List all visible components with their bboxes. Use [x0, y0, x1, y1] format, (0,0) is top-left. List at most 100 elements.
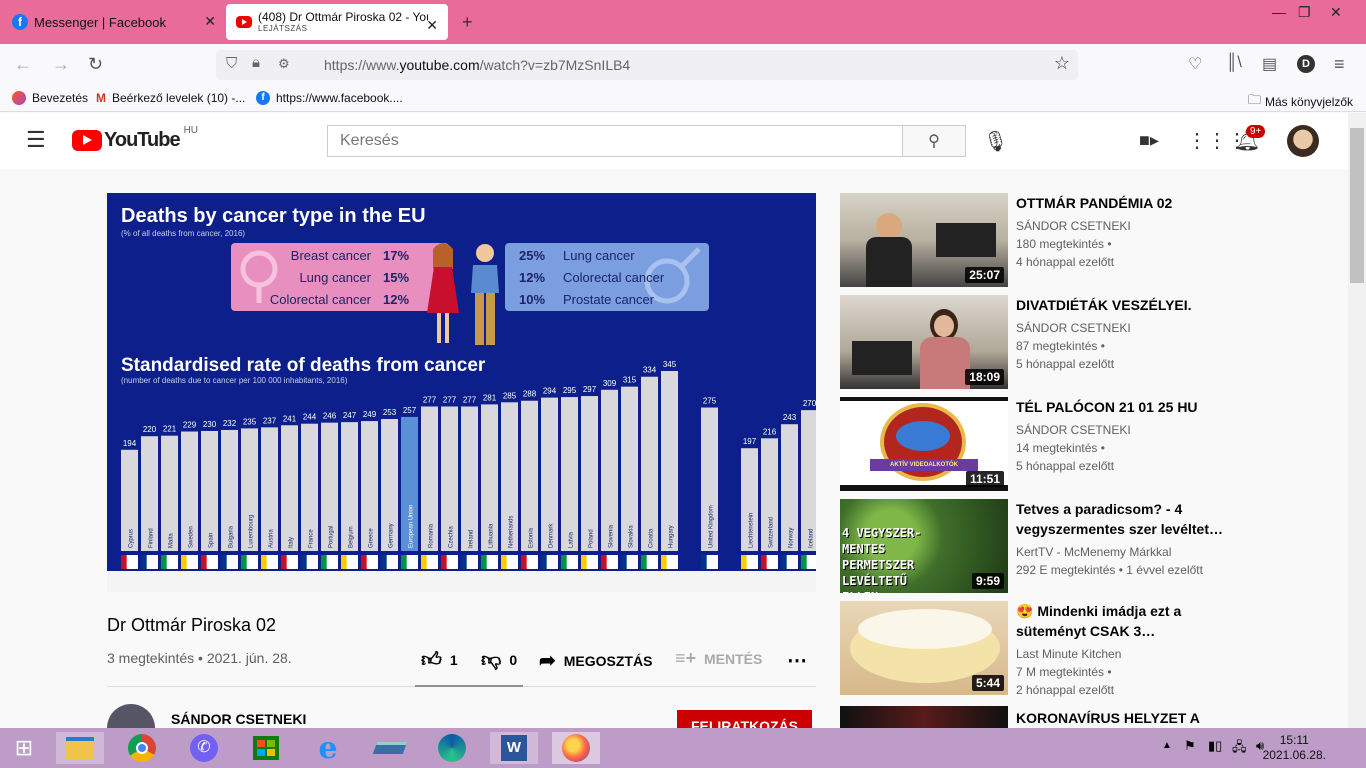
- bookmark-item[interactable]: f https://www.facebook....: [256, 91, 403, 105]
- search-input[interactable]: Keresés: [327, 125, 903, 157]
- search-button[interactable]: ⚲: [902, 125, 966, 157]
- other-bookmarks[interactable]: 🗀 Más könyvjelzők: [1248, 91, 1353, 113]
- related-channel[interactable]: SÁNDOR CSETNEKI: [1016, 319, 1131, 337]
- url-text[interactable]: https://www.youtube.com/watch?v=zb7MzSnI…: [324, 57, 630, 73]
- taskbar-firefox[interactable]: [552, 732, 600, 764]
- video-thumbnail[interactable]: 18:09: [840, 295, 1008, 389]
- save-button[interactable]: ≡+ MENTÉS: [675, 648, 762, 669]
- close-tab-icon[interactable]: ✕: [426, 17, 438, 34]
- video-thumbnail[interactable]: AKTÍV VIDEOALKOTÓK 11:51: [840, 397, 1008, 491]
- maximize-icon[interactable]: ❐: [1298, 4, 1311, 21]
- related-video[interactable]: 18:09 DIVATDIÉTÁK VESZÉLYEI. SÁNDOR CSET…: [840, 295, 1220, 391]
- new-tab-icon[interactable]: +: [462, 12, 473, 33]
- related-video[interactable]: 5:44 😍 Mindenki imádja ezt a süteményt C…: [840, 601, 1220, 697]
- bar-category-label: Belgium: [349, 526, 355, 548]
- menu-icon[interactable]: ≡: [1334, 54, 1345, 75]
- tab-messenger[interactable]: f Messenger | Facebook ✕: [0, 0, 226, 44]
- close-window-icon[interactable]: ✕: [1330, 4, 1342, 21]
- taskbar-chrome[interactable]: [118, 732, 166, 764]
- close-tab-icon[interactable]: ✕: [204, 13, 216, 30]
- microphone-icon[interactable]: 🎙︎: [983, 129, 1008, 154]
- lock-icon[interactable]: 🔒︎: [252, 54, 260, 71]
- video-thumbnail[interactable]: 25:07: [840, 193, 1008, 287]
- bar-category-label: Norway: [789, 528, 795, 548]
- related-title[interactable]: Tetves a paradicsom? - 4 vegyszermentes …: [1016, 499, 1226, 539]
- shield-icon[interactable]: ⛉: [226, 55, 237, 72]
- bar-value-label: 285: [503, 391, 517, 400]
- related-channel[interactable]: Last Minute Kitchen: [1016, 645, 1121, 663]
- user-avatar[interactable]: [1287, 125, 1319, 157]
- taskbar-ie[interactable]: e: [304, 731, 352, 766]
- bar-category-label: Switzerland: [769, 517, 775, 548]
- related-title[interactable]: TÉL PALÓCON 21 01 25 HU: [1016, 397, 1226, 417]
- related-title[interactable]: 😍 Mindenki imádja ezt a süteményt CSAK 3…: [1016, 601, 1226, 641]
- network-icon[interactable]: 🖧︎: [1232, 738, 1247, 760]
- taskbar-viber[interactable]: ✆: [180, 732, 228, 764]
- bar-category-label: Denmark: [549, 523, 555, 548]
- tray-chevron-icon[interactable]: ▲: [1162, 740, 1172, 751]
- url-bar[interactable]: ⛉ 🔒︎ ⚙ https://www.youtube.com/watch?v=z…: [216, 50, 1078, 80]
- bookmark-star-icon[interactable]: ☆: [1054, 53, 1070, 74]
- forward-icon[interactable]: →: [52, 54, 70, 75]
- related-age: 5 hónappal ezelőtt: [1016, 459, 1115, 473]
- related-title[interactable]: OTTMÁR PANDÉMIA 02: [1016, 193, 1226, 213]
- more-actions-icon[interactable]: ⋯: [787, 648, 807, 673]
- subscribe-button[interactable]: FELIRATKOZÁS: [677, 710, 812, 730]
- related-channel[interactable]: KertTV - McMenemy Márkkal: [1016, 543, 1171, 561]
- related-channel[interactable]: SÁNDOR CSETNEKI: [1016, 421, 1131, 439]
- country-flag-stripe: [701, 555, 707, 569]
- bar-value-label: 194: [123, 439, 137, 448]
- male-cause-value: 25%: [519, 248, 545, 263]
- video-thumbnail[interactable]: [840, 706, 1008, 728]
- sidebar-icon[interactable]: ▤: [1262, 54, 1277, 74]
- related-title[interactable]: DIVATDIÉTÁK VESZÉLYEI.: [1016, 295, 1226, 315]
- video-thumbnail[interactable]: 5:44: [840, 601, 1008, 695]
- taskbar-store[interactable]: [242, 732, 290, 764]
- channel-avatar[interactable]: [107, 704, 155, 728]
- bookmark-item[interactable]: M Beérkező levelek (10) -...: [96, 91, 245, 105]
- dislike-button[interactable]: 👎︎ 0: [481, 648, 517, 672]
- channel-name[interactable]: SÁNDOR CSETNEKI: [171, 711, 306, 727]
- reload-icon[interactable]: ↻: [88, 54, 103, 75]
- bookmark-item[interactable]: Bevezetés: [12, 91, 88, 105]
- video-duration: 25:07: [965, 267, 1004, 283]
- related-channel[interactable]: SÁNDOR CSETNEKI: [1016, 217, 1131, 235]
- related-video[interactable]: KORONAVÍRUS HELYZET A: [840, 706, 1220, 728]
- video-player[interactable]: Deaths by cancer type in the EU (% of al…: [107, 193, 816, 592]
- youtube-logo[interactable]: YouTube HU: [72, 125, 198, 152]
- scrollbar-thumb[interactable]: [1350, 128, 1364, 283]
- minimize-icon[interactable]: —: [1272, 4, 1286, 20]
- related-age: 4 hónappal ezelőtt: [1016, 255, 1115, 269]
- taskbar-scanner[interactable]: [366, 732, 414, 764]
- related-video[interactable]: 25:07 OTTMÁR PANDÉMIA 02 SÁNDOR CSETNEKI…: [840, 193, 1220, 289]
- bar-category-label: Sweden: [189, 526, 195, 548]
- bar-value-label: 197: [743, 437, 757, 446]
- library-icon[interactable]: ║\: [1226, 54, 1242, 72]
- back-icon[interactable]: ←: [14, 54, 32, 75]
- related-video[interactable]: 4 VEGYSZER-MENTES PERMETSZER LEVÉLTETŰ E…: [840, 499, 1223, 595]
- video-duration: 11:51: [965, 471, 1004, 487]
- battery-icon[interactable]: ▮▯: [1208, 738, 1222, 754]
- pocket-icon[interactable]: ♡: [1188, 54, 1202, 74]
- taskbar-explorer[interactable]: [56, 732, 104, 764]
- country-flag-stripe: [261, 555, 267, 569]
- share-button[interactable]: ➦ MEGOSZTÁS: [539, 648, 652, 673]
- flag-icon[interactable]: ⚑: [1184, 738, 1196, 754]
- like-button[interactable]: 👍︎ 1: [421, 648, 458, 672]
- system-clock[interactable]: 15:11 2021.06.28.: [1263, 733, 1326, 763]
- related-video[interactable]: AKTÍV VIDEOALKOTÓK 11:51 TÉL PALÓCON 21 …: [840, 397, 1220, 493]
- country-flag-stripe: [601, 555, 607, 569]
- bar-category-label: European Union: [409, 505, 415, 548]
- related-views: 180 megtekintés •: [1016, 237, 1112, 251]
- permissions-icon[interactable]: ⚙: [278, 56, 290, 72]
- start-button[interactable]: ⊞: [0, 732, 48, 764]
- hamburger-menu-icon[interactable]: ☰: [26, 127, 46, 153]
- taskbar-word[interactable]: W: [490, 732, 538, 764]
- profile-avatar[interactable]: D: [1297, 55, 1315, 73]
- create-video-icon[interactable]: ■▸: [1139, 130, 1159, 151]
- taskbar-edge[interactable]: [428, 732, 476, 764]
- facebook-icon: f: [12, 14, 28, 30]
- tab-youtube[interactable]: (408) Dr Ottmár Piroska 02 - You LEJÁTSZ…: [226, 4, 448, 40]
- video-thumbnail[interactable]: 4 VEGYSZER-MENTES PERMETSZER LEVÉLTETŰ E…: [840, 499, 1008, 593]
- related-title[interactable]: KORONAVÍRUS HELYZET A: [1016, 708, 1220, 728]
